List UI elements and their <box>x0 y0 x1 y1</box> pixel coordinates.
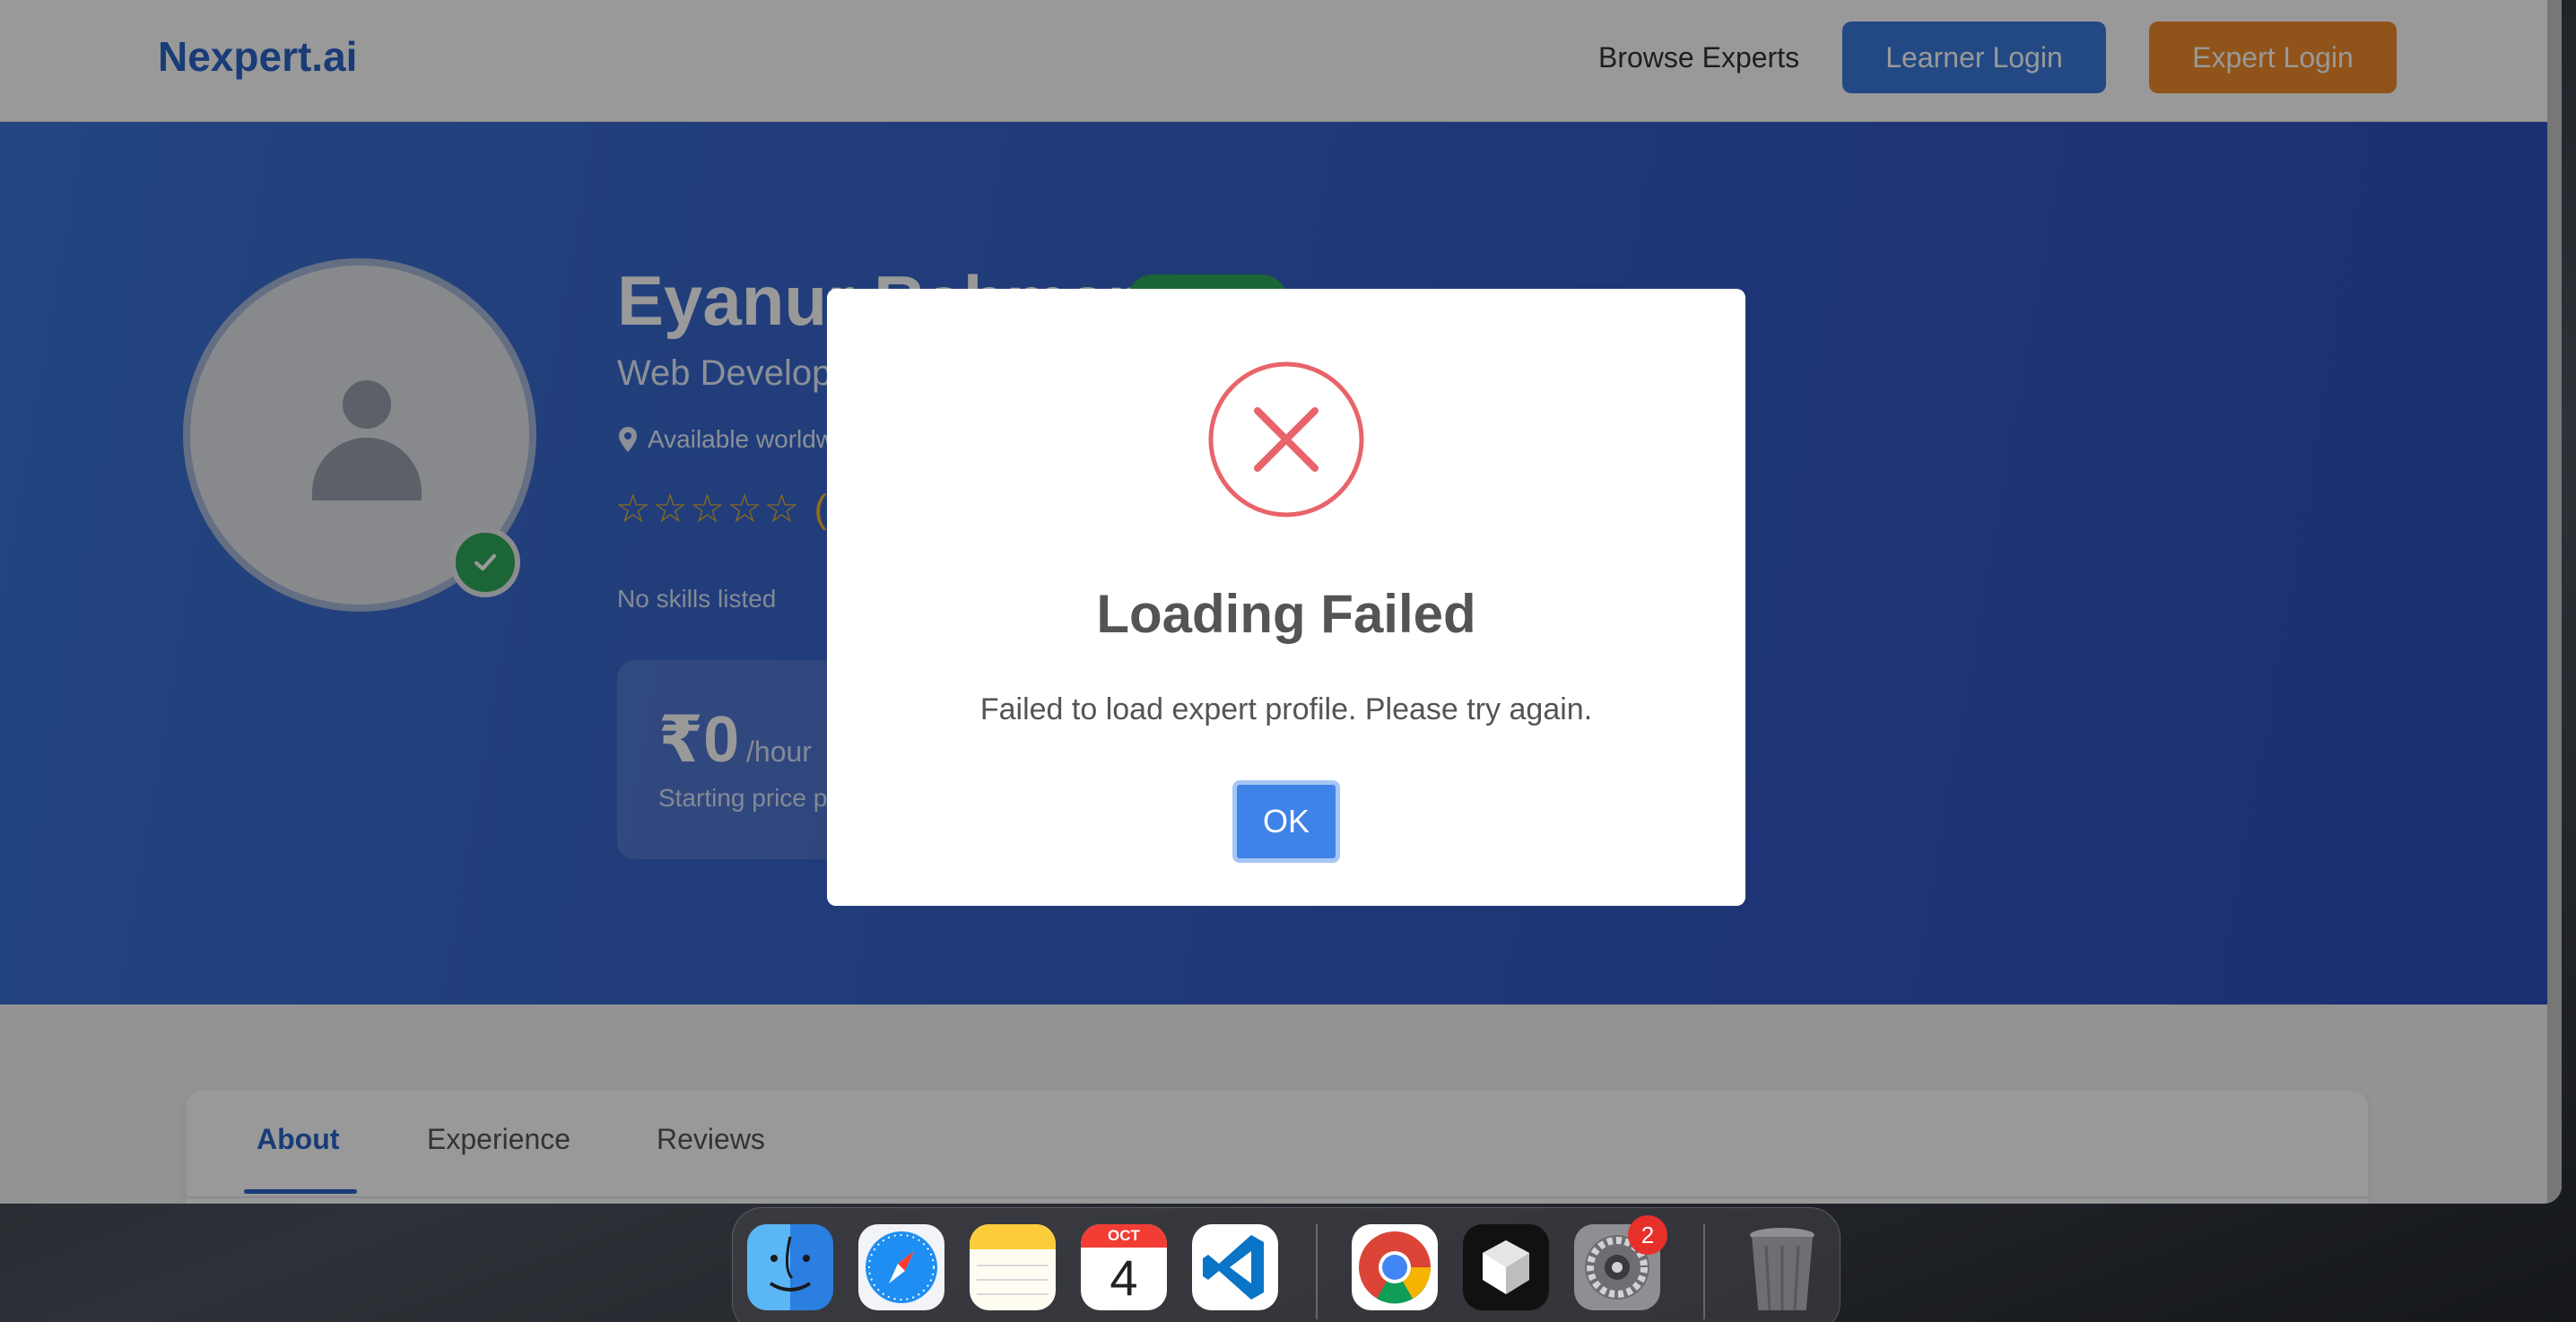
dialog-message: Failed to load expert profile. Please tr… <box>979 692 1593 726</box>
notification-badge: 2 <box>1628 1215 1667 1255</box>
chrome-icon[interactable] <box>1352 1224 1438 1310</box>
dock-separator <box>1316 1224 1318 1319</box>
error-x-icon <box>1208 361 1364 517</box>
trash-icon[interactable] <box>1739 1224 1825 1310</box>
ok-button[interactable]: OK <box>1232 780 1340 863</box>
unity-icon[interactable] <box>1463 1224 1549 1310</box>
browser-window: Nexpert.ai Browse Experts Learner Login … <box>0 0 2562 1204</box>
dock-separator <box>1703 1224 1705 1319</box>
calendar-month: OCT <box>1081 1224 1167 1248</box>
notes-icon[interactable] <box>970 1224 1056 1310</box>
dialog-title: Loading Failed <box>1096 584 1476 644</box>
calendar-icon[interactable]: OCT 4 <box>1081 1224 1167 1310</box>
finder-icon[interactable] <box>747 1224 833 1310</box>
calendar-day: 4 <box>1110 1249 1138 1306</box>
vscode-icon[interactable] <box>1192 1224 1278 1310</box>
macos-dock: OCT 4 2 <box>732 1207 1841 1322</box>
error-dialog: Loading Failed Failed to load expert pro… <box>827 289 1745 906</box>
safari-icon[interactable] <box>858 1224 944 1310</box>
